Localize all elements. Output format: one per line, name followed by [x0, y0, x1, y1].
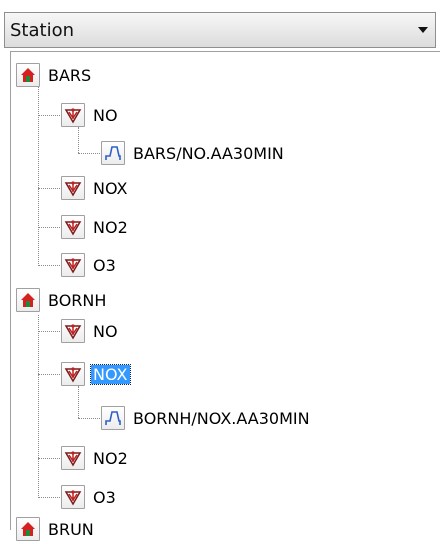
series-label: BORNH/NOX.AA30MIN: [133, 408, 310, 428]
component-label: O3: [93, 487, 116, 507]
pollutant-component-icon: [61, 446, 85, 470]
tree-node-component[interactable]: O3: [61, 482, 116, 512]
component-label: NO: [93, 105, 118, 125]
view-mode-dropdown[interactable]: Station: [4, 12, 436, 48]
station-label: BARS: [48, 65, 92, 85]
timeseries-icon: [101, 141, 125, 165]
component-label: NOX: [93, 178, 128, 198]
station-label: BRUN: [48, 519, 94, 539]
station-tree[interactable]: BARS NO BARS/NO.AA30MIN NOX NO2 O3 BORNH…: [10, 51, 440, 541]
pollutant-component-icon: [61, 362, 85, 386]
pollutant-component-icon: [61, 319, 85, 343]
pollutant-component-icon: [61, 253, 85, 277]
tree-node-component[interactable]: NOX: [61, 173, 128, 203]
house-icon: [16, 63, 40, 87]
component-label: NO2: [93, 217, 128, 237]
tree-node-station[interactable]: BORNH: [16, 285, 106, 315]
component-label: NO2: [93, 448, 128, 468]
tree-node-component[interactable]: NO: [61, 316, 118, 346]
tree-node-series[interactable]: BORNH/NOX.AA30MIN: [101, 403, 310, 433]
timeseries-icon: [101, 406, 125, 430]
tree-node-station[interactable]: BRUN: [16, 514, 94, 544]
series-label: BARS/NO.AA30MIN: [133, 143, 284, 163]
pollutant-component-icon: [61, 103, 85, 127]
house-icon: [16, 517, 40, 541]
component-label: NOX: [90, 363, 131, 385]
dropdown-selected-label: Station: [10, 19, 74, 41]
component-label: NO: [93, 321, 118, 341]
tree-node-series[interactable]: BARS/NO.AA30MIN: [101, 138, 284, 168]
house-icon: [16, 288, 40, 312]
pollutant-component-icon: [61, 485, 85, 509]
component-label: O3: [93, 255, 116, 275]
tree-node-component-selected[interactable]: NOX: [61, 359, 131, 389]
tree-node-component[interactable]: NO2: [61, 443, 128, 473]
pollutant-component-icon: [61, 176, 85, 200]
station-label: BORNH: [48, 290, 107, 310]
pollutant-component-icon: [61, 215, 85, 239]
chevron-down-icon[interactable]: [411, 26, 435, 34]
tree-node-component[interactable]: O3: [61, 250, 116, 280]
tree-node-component[interactable]: NO2: [61, 212, 128, 242]
tree-node-station[interactable]: BARS: [16, 60, 91, 90]
tree-node-component[interactable]: NO: [61, 100, 118, 130]
